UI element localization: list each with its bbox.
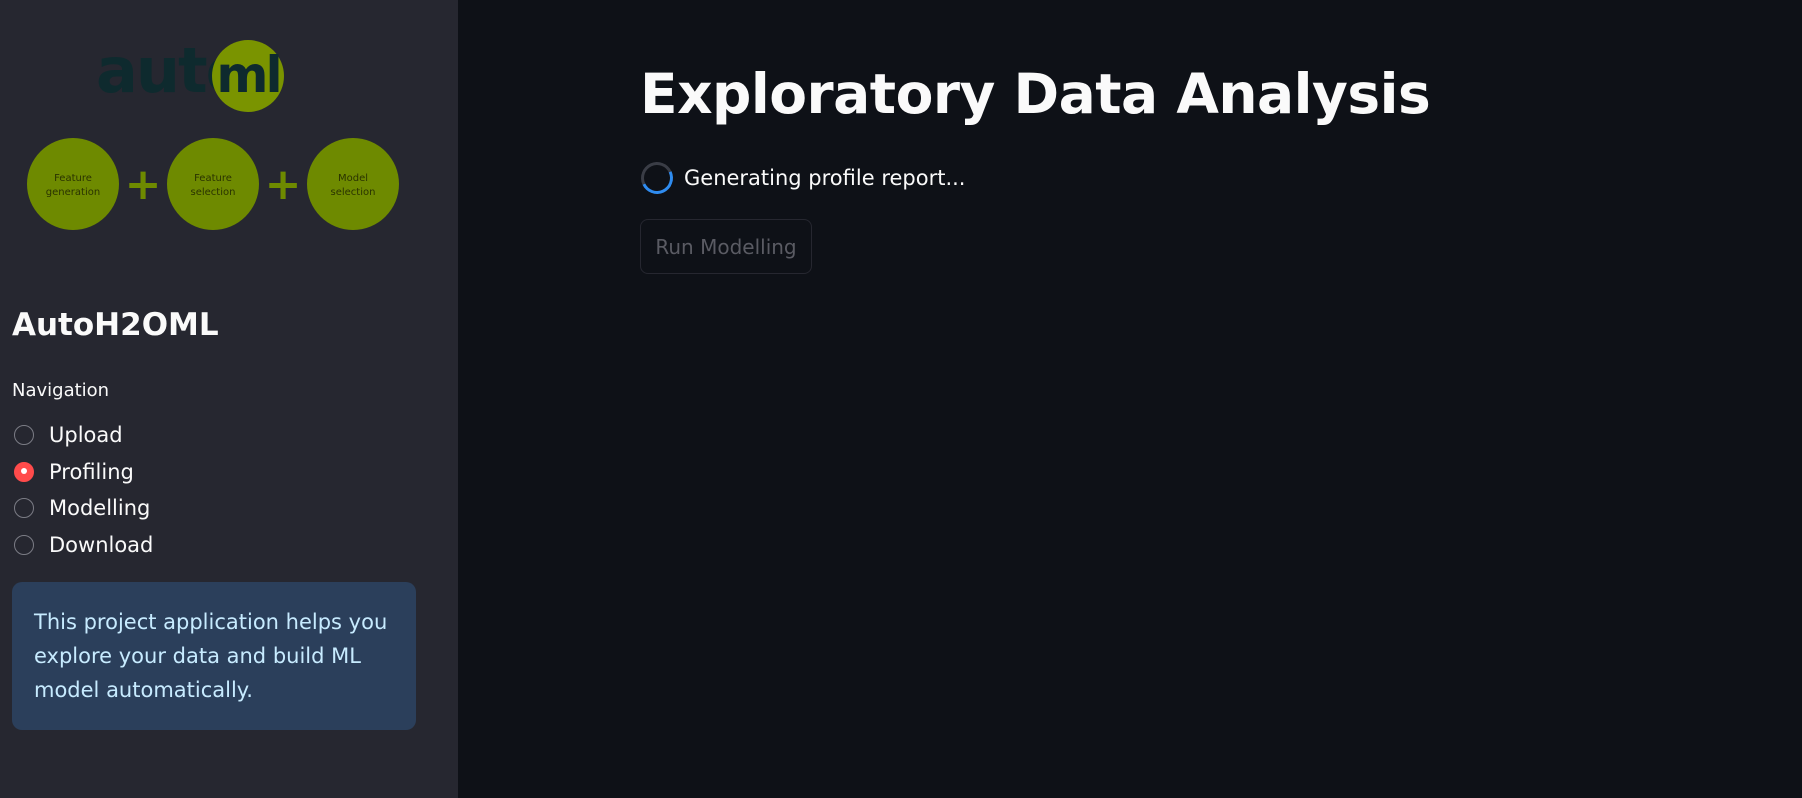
info-box: This project application helps you explo…: [12, 582, 416, 730]
automl-logo: auto ml Feature generation + Feature sel…: [22, 36, 402, 236]
nav-option-modelling[interactable]: Modelling: [14, 490, 153, 527]
sidebar: auto ml Feature generation + Feature sel…: [0, 0, 458, 798]
radio-circle-selected-icon[interactable]: [14, 461, 34, 482]
nav-option-download[interactable]: Download: [14, 527, 153, 564]
radio-circle-icon[interactable]: [14, 534, 34, 555]
step-label-1-line-1: Feature: [54, 173, 92, 184]
navigation-label: Navigation: [12, 380, 110, 401]
plus-connector-2: +: [265, 159, 302, 210]
step-circle-2: [167, 138, 259, 230]
radio-circle-icon[interactable]: [14, 498, 34, 519]
step-circle-1: [27, 138, 119, 230]
step-label-3-line-1: Model: [338, 173, 368, 184]
nav-option-upload[interactable]: Upload: [14, 417, 153, 454]
nav-option-label: Download: [49, 532, 154, 557]
run-modelling-button[interactable]: Run Modelling: [640, 219, 812, 274]
nav-option-label: Profiling: [49, 459, 134, 484]
app-root: auto ml Feature generation + Feature sel…: [0, 0, 1802, 798]
step-label-3-line-2: selection: [331, 187, 376, 198]
nav-option-label: Modelling: [49, 496, 151, 521]
radio-circle-icon[interactable]: [14, 425, 34, 446]
step-circle-3: [307, 138, 399, 230]
spinner-icon: [636, 157, 678, 199]
nav-option-profiling[interactable]: Profiling: [14, 454, 153, 491]
nav-option-label: Upload: [49, 423, 123, 448]
logo-badge-text: ml: [216, 46, 279, 104]
loading-status: Generating profile report...: [636, 157, 966, 199]
status-text: Generating profile report...: [684, 166, 966, 190]
step-label-2-line-1: Feature: [194, 173, 232, 184]
main-content: Exploratory Data Analysis Generating pro…: [458, 0, 1802, 798]
page-title: Exploratory Data Analysis: [640, 62, 1431, 126]
navigation-radio-group: Upload Profiling Modelling Download: [14, 417, 153, 563]
step-label-1-line-2: generation: [46, 187, 100, 198]
plus-connector-1: +: [125, 159, 162, 210]
step-label-2-line-2: selection: [191, 187, 236, 198]
sidebar-title: AutoH2OML: [12, 307, 219, 343]
